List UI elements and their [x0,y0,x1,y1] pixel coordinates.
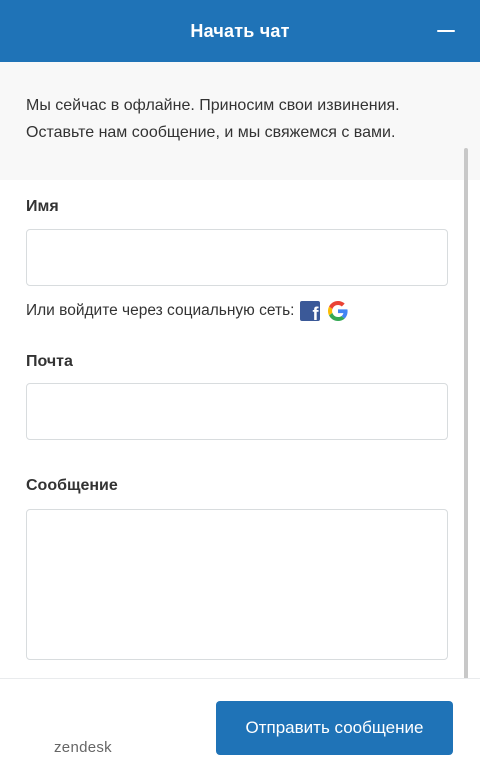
contact-form: Имя Или войдите через социальную сеть: f… [0,196,480,660]
chat-body: Мы сейчас в офлайне. Приносим свои извин… [0,62,480,678]
scrollbar[interactable] [464,148,468,678]
zendesk-logo[interactable]: zendesk [54,739,112,756]
name-field[interactable] [26,229,448,286]
header-title: Начать чат [190,20,290,41]
name-label: Имя [26,198,59,215]
offline-notice: Мы сейчас в офлайне. Приносим свои извин… [0,62,480,180]
email-field[interactable] [26,383,448,440]
message-label: Сообщение [26,477,118,494]
chat-footer: zendesk Отправить сообщение [0,678,480,772]
chat-header: Начать чат [0,0,480,62]
minimize-button[interactable] [436,21,456,41]
social-login-text: Или войдите через социальную сеть: [26,302,295,319]
social-login-row: Или войдите через социальную сеть: f [26,301,448,321]
message-field[interactable] [26,509,448,660]
email-label: Почта [26,353,73,370]
facebook-icon[interactable]: f [300,301,321,321]
minimize-icon [437,29,455,33]
send-message-button[interactable]: Отправить сообщение [216,701,453,755]
google-icon[interactable] [328,301,349,321]
